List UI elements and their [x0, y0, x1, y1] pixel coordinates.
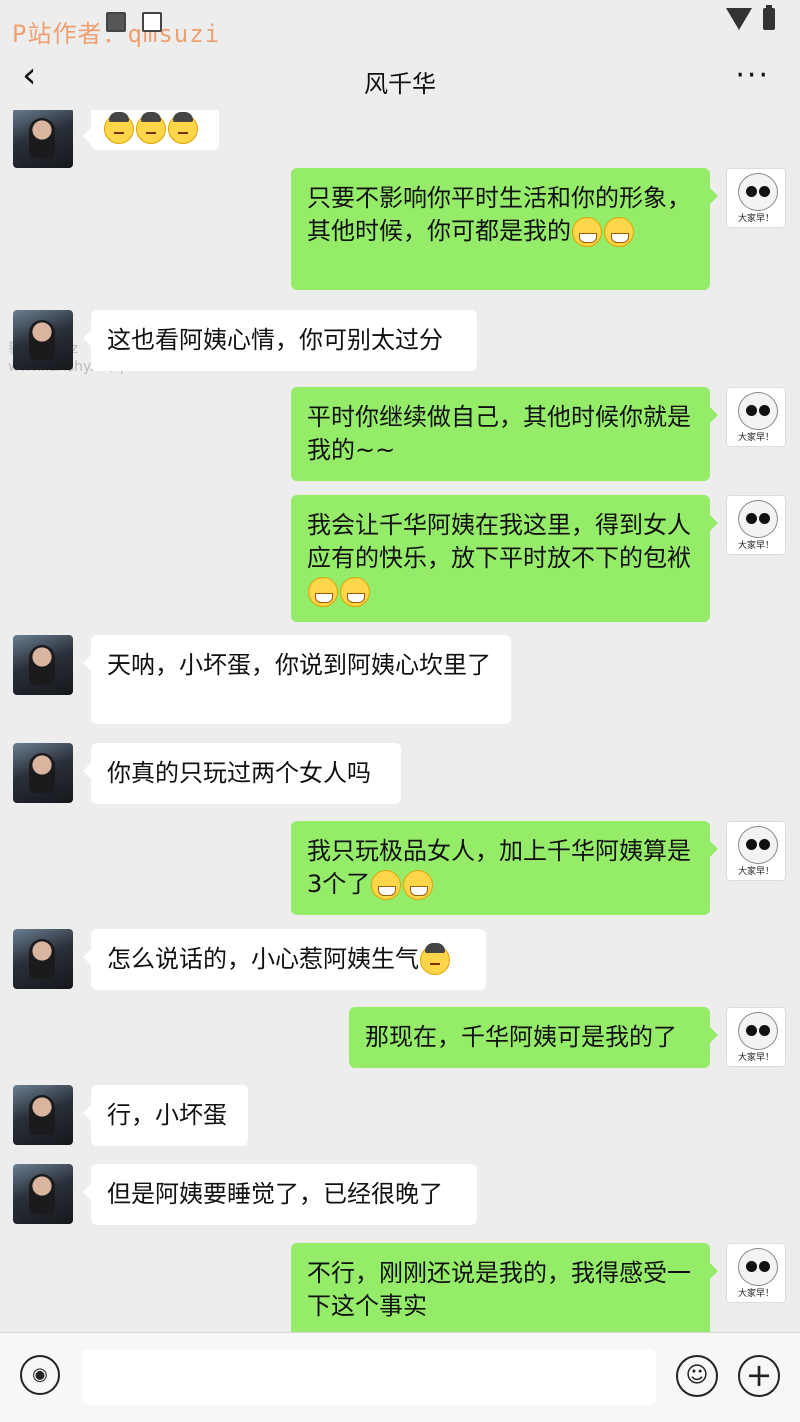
contact-avatar[interactable]: [13, 635, 73, 695]
chat-title: 风千华: [364, 70, 436, 98]
eye-left: [746, 405, 757, 416]
message-text: 平时你继续做自己，其他时候你就是我的~~: [307, 403, 691, 464]
image-notification-icon: [106, 12, 126, 32]
message-input[interactable]: [82, 1349, 656, 1405]
message-bubble[interactable]: [83, 110, 219, 150]
smiley-icon[interactable]: ☺: [676, 1355, 718, 1397]
message-text: 天呐，小坏蛋，你说到阿姨心坎里了: [107, 651, 491, 679]
avatar-caption: 大家早！: [737, 433, 774, 443]
message-list[interactable]: 新浪 K9Jkz www.lanshy.co/qmsuzi 大家早！只要不影响你…: [0, 110, 800, 1332]
battery-icon: [763, 5, 775, 30]
grinning-emoji-icon: [403, 870, 434, 900]
incoming-message: 怎么说话的，小心惹阿姨生气: [0, 929, 800, 990]
panda-face: [738, 500, 778, 538]
grinning-emoji-icon: [572, 217, 602, 247]
angry-emoji-icon: [420, 943, 450, 975]
message-bubble[interactable]: 平时你继续做自己，其他时候你就是我的~~: [291, 387, 718, 481]
outgoing-message: 大家早！ 那现在，千华阿姨可是我的了: [0, 1007, 800, 1068]
contact-avatar[interactable]: [13, 743, 73, 803]
message-text: 你真的只玩过两个女人吗: [107, 759, 371, 787]
message-bubble[interactable]: 你真的只玩过两个女人吗: [83, 743, 401, 804]
incoming-message: 行，小坏蛋: [0, 1085, 800, 1146]
message-text: 那现在，千华阿姨可是我的了: [365, 1023, 677, 1051]
grinning-emoji-icon: [308, 577, 338, 607]
incoming-message: 但是阿姨要睡觉了，已经很晚了: [0, 1164, 800, 1225]
eye-right: [759, 186, 770, 197]
input-bar: ◉ ☺ +: [0, 1332, 800, 1422]
message-bubble[interactable]: 只要不影响你平时生活和你的形象，其他时候，你可都是我的: [291, 168, 718, 290]
message-bubble[interactable]: 但是阿姨要睡觉了，已经很晚了: [83, 1164, 477, 1225]
eye-right: [759, 1025, 770, 1036]
outgoing-message: 大家早！ 只要不影响你平时生活和你的形象，其他时候，你可都是我的: [0, 168, 800, 290]
grinning-emoji-icon: [371, 870, 402, 900]
message-bubble[interactable]: 我只玩极品女人，加上千华阿姨算是3个了: [291, 821, 718, 915]
my-avatar[interactable]: 大家早！: [726, 387, 786, 447]
text-notification-icon: [142, 12, 162, 32]
eye-right: [759, 839, 770, 850]
contact-avatar[interactable]: [13, 1164, 73, 1224]
incoming-message: 这也看阿姨心情，你可别太过分: [0, 310, 800, 371]
avatar-caption: 大家早！: [737, 1289, 774, 1299]
angry-emoji-icon: [168, 112, 198, 144]
message-text: 不行，刚刚还说是我的，我得感受一下这个事实: [307, 1259, 691, 1320]
avatar-caption: 大家早！: [737, 867, 774, 877]
eye-left: [746, 186, 757, 197]
panda-face: [738, 173, 778, 211]
eye-left: [746, 513, 757, 524]
eye-left: [746, 1261, 757, 1272]
voice-icon[interactable]: ◉: [20, 1355, 60, 1395]
my-avatar[interactable]: 大家早！: [726, 1007, 786, 1067]
panda-face: [738, 392, 778, 430]
contact-avatar[interactable]: [13, 1085, 73, 1145]
plus-icon[interactable]: +: [738, 1355, 780, 1397]
chat-header: ‹ 风千华 ···: [0, 50, 800, 110]
more-options-icon[interactable]: ···: [735, 58, 770, 93]
contact-avatar[interactable]: [13, 310, 73, 370]
message-bubble[interactable]: 那现在，千华阿姨可是我的了: [349, 1007, 718, 1068]
my-avatar[interactable]: 大家早！: [726, 168, 786, 228]
incoming-message: 天呐，小坏蛋，你说到阿姨心坎里了: [0, 635, 800, 724]
contact-avatar[interactable]: [13, 110, 73, 168]
outgoing-message: 大家早！ 平时你继续做自己，其他时候你就是我的~~: [0, 387, 800, 481]
outgoing-message: 大家早！ 我只玩极品女人，加上千华阿姨算是3个了: [0, 821, 800, 915]
message-bubble[interactable]: 这也看阿姨心情，你可别太过分: [83, 310, 477, 371]
message-bubble[interactable]: 怎么说话的，小心惹阿姨生气: [83, 929, 486, 990]
panda-face: [738, 826, 778, 864]
eye-left: [746, 839, 757, 850]
status-bar: P站作者：qmsuzi: [0, 0, 800, 50]
message-bubble[interactable]: 天呐，小坏蛋，你说到阿姨心坎里了: [83, 635, 511, 724]
my-avatar[interactable]: 大家早！: [726, 495, 786, 555]
avatar-caption: 大家早！: [737, 1053, 774, 1063]
message-text: 怎么说话的，小心惹阿姨生气: [107, 945, 419, 973]
eye-right: [759, 1261, 770, 1272]
message-text: 我会让千华阿姨在我这里，得到女人应有的快乐，放下平时放不下的包袱: [307, 511, 691, 572]
message-text: 我只玩极品女人，加上千华阿姨算是3个了: [307, 837, 691, 898]
message-text: 这也看阿姨心情，你可别太过分: [107, 326, 443, 354]
contact-avatar[interactable]: [13, 929, 73, 989]
my-avatar[interactable]: 大家早！: [726, 1243, 786, 1303]
grinning-emoji-icon: [340, 577, 370, 607]
outgoing-message: 大家早！ 不行，刚刚还说是我的，我得感受一下这个事实: [0, 1243, 800, 1332]
angry-emoji-icon: [104, 112, 134, 144]
message-text: 但是阿姨要睡觉了，已经很晚了: [107, 1180, 443, 1208]
message-bubble[interactable]: 不行，刚刚还说是我的，我得感受一下这个事实: [291, 1243, 718, 1332]
eye-right: [759, 405, 770, 416]
message-bubble[interactable]: 我会让千华阿姨在我这里，得到女人应有的快乐，放下平时放不下的包袱: [291, 495, 718, 622]
message-text: 行，小坏蛋: [107, 1101, 227, 1129]
avatar-caption: 大家早！: [737, 541, 774, 551]
eye-right: [759, 513, 770, 524]
grinning-emoji-icon: [604, 217, 634, 247]
wifi-icon: [726, 8, 752, 30]
incoming-message: 你真的只玩过两个女人吗: [0, 743, 800, 804]
panda-face: [738, 1248, 778, 1286]
my-avatar[interactable]: 大家早！: [726, 821, 786, 881]
eye-left: [746, 1025, 757, 1036]
avatar-caption: 大家早！: [737, 214, 774, 224]
angry-emoji-icon: [136, 112, 166, 144]
incoming-message: [0, 110, 800, 168]
panda-face: [738, 1012, 778, 1050]
outgoing-message: 大家早！ 我会让千华阿姨在我这里，得到女人应有的快乐，放下平时放不下的包袱: [0, 495, 800, 622]
message-bubble[interactable]: 行，小坏蛋: [83, 1085, 248, 1146]
